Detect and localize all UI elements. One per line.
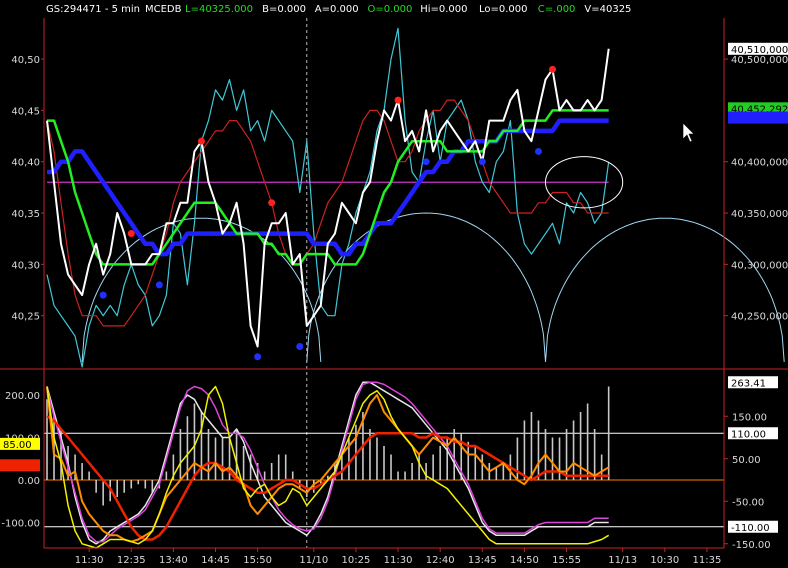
blue-dot-5	[478, 158, 486, 166]
osc-tag-1: 110.00	[731, 429, 766, 440]
x-tick-label-13: 10:30	[650, 555, 679, 566]
header-field-2: A=0.000	[315, 4, 359, 15]
price-right-tick-1: 40,300,000	[731, 260, 788, 271]
osc-right-tick-0: 150.00	[732, 412, 767, 423]
x-tick-label-11: 15:55	[552, 555, 581, 566]
x-tick-label-14: 11:35	[693, 555, 722, 566]
x-tick-label-3: 14:45	[201, 555, 230, 566]
header-source: MCEDB	[145, 4, 182, 15]
osc-left-tag-0: 85.00	[3, 440, 32, 451]
osc-left-tick-3: -100.00	[1, 519, 40, 530]
red-dot-3	[394, 96, 402, 104]
blue-dot-1	[155, 281, 163, 289]
price-right-tick-3: 40,400,000	[731, 158, 788, 169]
x-tick-label-6: 10:25	[342, 555, 371, 566]
x-tick-label-2: 13:40	[159, 555, 188, 566]
header-bar: GS:294471 - 5 min MCEDB L=40325.000 B=0.0…	[46, 4, 631, 15]
price-left-tick-5: 40,50	[11, 55, 40, 66]
blue-dot-6	[534, 147, 542, 155]
osc-right-tick-1: 50.00	[732, 455, 761, 466]
price-left-tick-3: 40,40	[11, 158, 40, 169]
price-left-tick-0: 40,25	[11, 312, 40, 323]
price-left-tick-1: 40,30	[11, 260, 40, 271]
osc-left-tick-2: 0.00	[18, 476, 40, 487]
blue-dot-4	[422, 158, 430, 166]
osc-tag-0: 263.41	[731, 378, 766, 389]
osc-tag-2: -110.00	[731, 523, 770, 534]
header-field-6: C=.000	[538, 4, 576, 15]
chart-canvas: GS:294471 - 5 min MCEDB L=40325.000 B=0.0…	[0, 0, 788, 568]
header-field-3: O=0.000	[368, 4, 413, 15]
x-tick-label-0: 11:30	[75, 555, 104, 566]
price-right-tick-4: 40,500,000	[731, 55, 788, 66]
red-dot-2	[268, 199, 276, 207]
x-tick-label-8: 12:40	[426, 555, 455, 566]
x-tick-label-4: 15:50	[243, 555, 272, 566]
header-field-7: V=40325	[584, 4, 631, 15]
x-tick-label-5: 11/10	[299, 555, 328, 566]
x-tick-label-9: 13:45	[468, 555, 497, 566]
header-field-0: L=40325.000	[185, 4, 253, 15]
price-tag-2: 40,443,700	[731, 114, 788, 125]
price-tag-0: 40,510,000	[731, 45, 788, 56]
osc-left-tag-1: 34.57	[3, 461, 32, 472]
header-symbol: GS:294471 - 5 min	[46, 4, 140, 15]
blue-dot-0	[99, 291, 107, 299]
price-left-tick-4: 40,45	[11, 106, 40, 117]
osc-right-tick-3: -150.00	[732, 540, 771, 551]
osc-left-tick-0: 200.00	[5, 391, 40, 402]
price-right-tick-2: 40,350,000	[731, 209, 788, 220]
blue-dot-3	[296, 342, 304, 350]
price-right-tick-0: 40,250,000	[731, 312, 788, 323]
red-dot-1	[197, 137, 205, 145]
header-field-4: Hi=0.000	[420, 4, 467, 15]
x-tick-label-7: 11:30	[384, 555, 413, 566]
header-field-1: B=0.000	[262, 4, 306, 15]
blue-dot-2	[254, 353, 262, 361]
red-dot-4	[549, 65, 556, 73]
x-tick-label-1: 12:35	[117, 555, 146, 566]
header-field-5: Lo=0.000	[479, 4, 528, 15]
red-dot-0	[127, 230, 135, 238]
x-tick-label-10: 14:50	[510, 555, 539, 566]
price-left-tick-2: 40,35	[11, 209, 40, 220]
osc-right-tick-2: -50.00	[732, 497, 764, 508]
x-tick-label-12: 11/13	[608, 555, 637, 566]
